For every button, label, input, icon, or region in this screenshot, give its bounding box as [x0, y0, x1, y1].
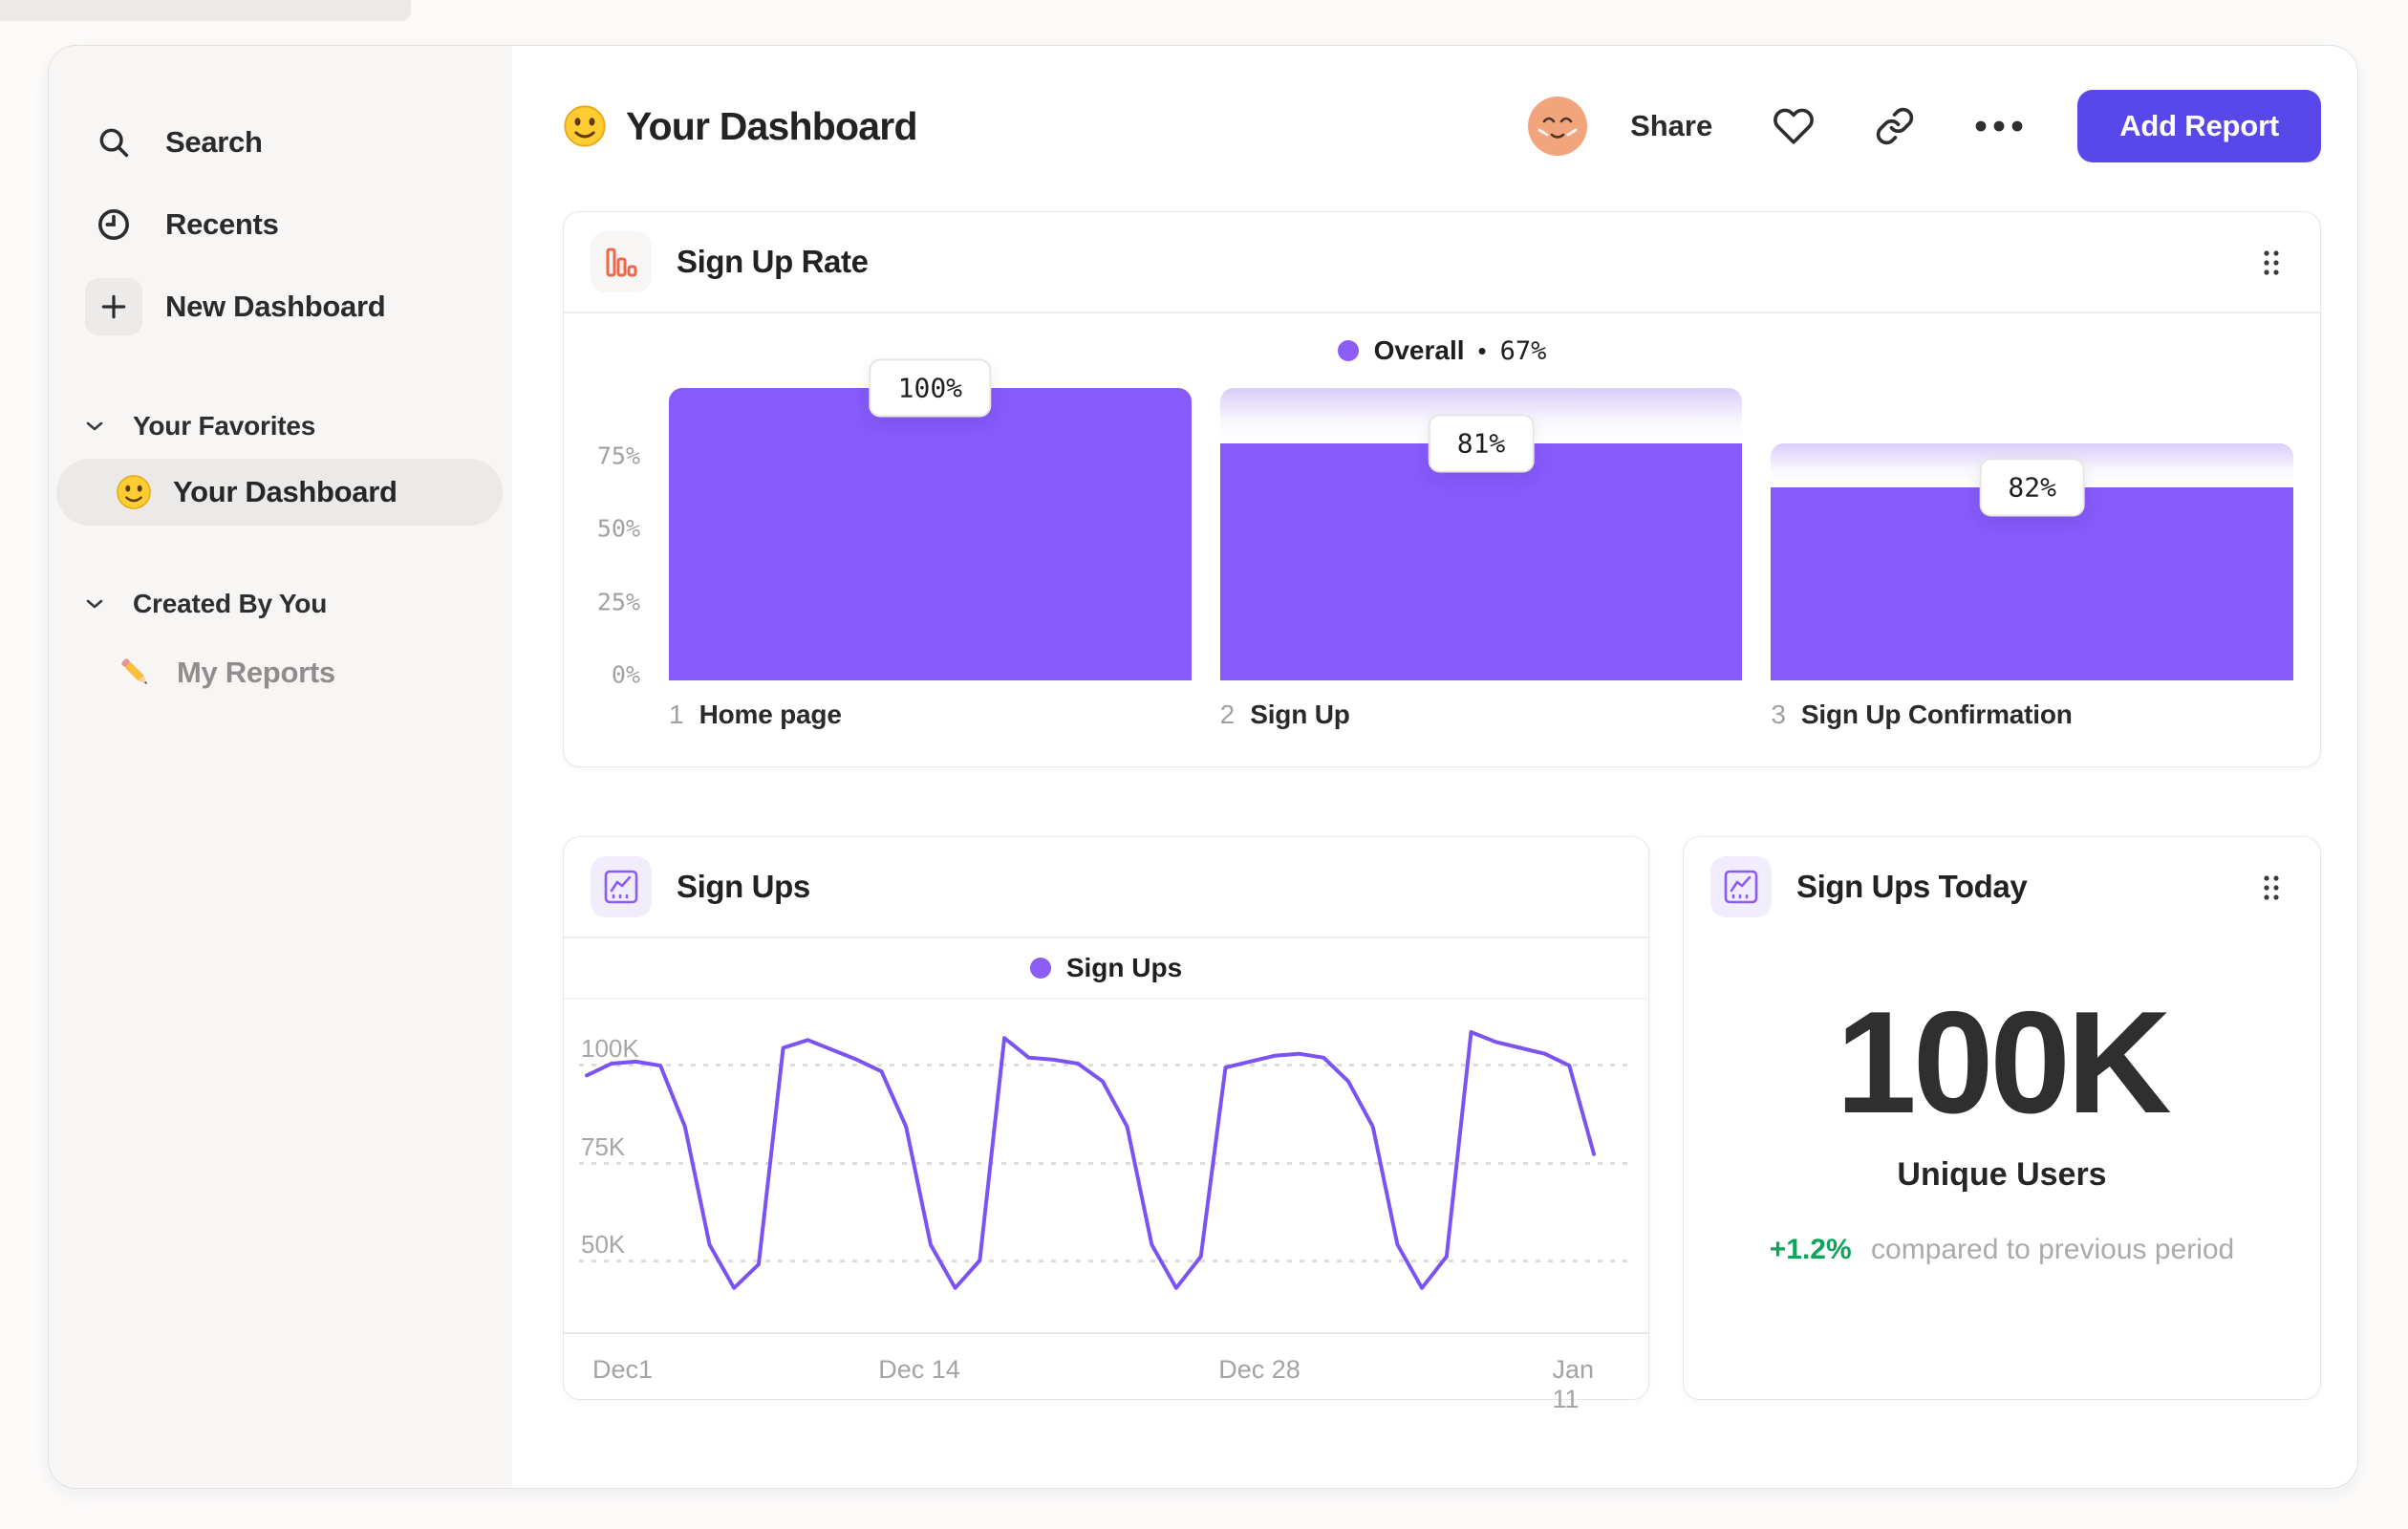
more-options-icon[interactable] — [1974, 119, 2024, 133]
favorite-heart-icon[interactable] — [1772, 105, 1816, 147]
funnel-step-label: 3 Sign Up Confirmation — [1771, 700, 2293, 730]
bar-chart-icon — [591, 231, 652, 292]
step-name: Sign Up — [1250, 700, 1350, 729]
sidebar-item-label: Recents — [165, 207, 279, 241]
stat-body: 100K Unique Users +1.2% compared to prev… — [1684, 990, 2320, 1266]
step-number: 2 — [1219, 700, 1236, 729]
funnel-bar[interactable]: 82% — [1771, 388, 2294, 680]
funnel-step-label: 2 Sign Up — [1220, 700, 1743, 730]
share-button[interactable]: Share — [1630, 109, 1712, 143]
sidebar-section-your-favorites[interactable]: Your Favorites — [49, 401, 512, 451]
sign-ups-card: Sign Ups Sign Ups 100K 75K 50K Dec1 Dec … — [563, 836, 1649, 1413]
header-actions: Share Add Report — [1527, 90, 2321, 162]
legend-value: 67% — [1499, 335, 1547, 366]
main-content: Your Dashboard Share Add Report Sign Up … — [512, 46, 2357, 1488]
stat-label: Unique Users — [1897, 1156, 2107, 1193]
step-name: Home page — [699, 700, 842, 729]
stat-value: 100K — [1836, 981, 2171, 1144]
search-icon — [85, 114, 142, 171]
smiley-emoji — [116, 474, 152, 510]
funnel-bar-fill — [1219, 443, 1743, 680]
page-title: Your Dashboard — [626, 103, 918, 148]
bottom-row: Sign Ups Sign Ups 100K 75K 50K Dec1 Dec … — [563, 836, 2321, 1413]
step-number: 1 — [669, 700, 684, 729]
chevron-down-icon — [85, 597, 104, 611]
add-report-button[interactable]: Add Report — [2077, 90, 2321, 162]
sidebar-item-label: New Dashboard — [165, 290, 386, 323]
sidebar-item-new-dashboard[interactable]: New Dashboard — [49, 266, 512, 348]
sidebar-item-recents[interactable]: Recents — [49, 183, 512, 266]
pencil-emoji — [116, 653, 156, 693]
avatar[interactable] — [1527, 96, 1588, 157]
card-title: Sign Up Rate — [677, 244, 869, 279]
line-series — [584, 1030, 1597, 1290]
funnel-step-home-page: 100% 1 Home page — [669, 358, 1192, 730]
funnel-tooltip: 100% — [869, 358, 992, 418]
background-window-strip — [0, 0, 411, 21]
sidebar-section-created-by-you[interactable]: Created By You — [49, 579, 512, 629]
legend-dot-icon — [1029, 958, 1051, 979]
y-tick: 50% — [596, 514, 640, 543]
funnel-legend: Overall • 67% — [564, 313, 2320, 388]
sidebar-item-label: Search — [165, 125, 263, 159]
sign-up-rate-card: Sign Up Rate Overall • 67% 75% 50% 25% 0… — [563, 211, 2321, 767]
line-x-axis: Dec1 Dec 14 Dec 28 Jan 11 — [564, 1332, 1648, 1413]
app-window: Search Recents New Dashboard Your Favori… — [48, 45, 2358, 1489]
funnel-tooltip: 82% — [1979, 458, 2085, 517]
x-tick: Dec1 — [592, 1355, 654, 1384]
plus-icon — [85, 278, 142, 335]
funnel-step-sign-up: 81% 2 Sign Up — [1219, 388, 1743, 730]
section-title: Created By You — [133, 589, 328, 618]
drag-handle-icon[interactable] — [2261, 248, 2282, 282]
funnel-step-label: 1 Home page — [669, 700, 1192, 730]
y-tick: 75% — [596, 441, 640, 470]
x-tick: Dec 28 — [1218, 1355, 1301, 1384]
x-tick: Dec 14 — [878, 1355, 960, 1384]
funnel-bar[interactable]: 81% — [1219, 388, 1743, 680]
funnel-bar[interactable]: 100% — [669, 358, 1192, 680]
card-title: Sign Ups — [677, 869, 810, 904]
card-header: Sign Up Rate — [564, 212, 2320, 312]
stat-delta: +1.2% — [1769, 1234, 1852, 1265]
line-chart-icon — [1710, 856, 1772, 917]
funnel-chart: 75% 50% 25% 0% 100% 1 Home page 81% 2 Si… — [564, 358, 2320, 730]
line-chart: 100K 75K 50K — [579, 1000, 1633, 1332]
card-header: Sign Ups — [564, 837, 1648, 937]
line-chart-icon — [591, 856, 652, 917]
step-name: Sign Up Confirmation — [1800, 700, 2073, 729]
section-title: Your Favorites — [133, 411, 316, 441]
funnel-step-sign-up-confirmation: 82% 3 Sign Up Confirmation — [1771, 388, 2294, 730]
line-legend: Sign Ups — [564, 938, 1648, 998]
copy-link-icon[interactable] — [1875, 106, 1915, 146]
chevron-down-icon — [85, 420, 104, 433]
card-header: Sign Ups Today — [1684, 837, 2320, 937]
step-number: 3 — [1771, 700, 1786, 729]
stat-delta-note: compared to previous period — [1871, 1234, 2235, 1265]
legend-label: Sign Ups — [1065, 953, 1183, 982]
funnel-y-axis: 75% 50% 25% 0% — [591, 388, 640, 689]
y-tick: 25% — [596, 588, 640, 616]
sidebar-item-label: My Reports — [177, 656, 335, 689]
legend-label: Overall — [1373, 335, 1465, 365]
x-tick: Jan 11 — [1552, 1355, 1595, 1413]
funnel-tooltip: 81% — [1428, 414, 1535, 473]
sign-ups-today-card: Sign Ups Today 100K Unique Users +1.2% c… — [1683, 836, 2321, 1400]
y-tick: 0% — [611, 660, 640, 689]
card-title: Sign Ups Today — [1796, 869, 2028, 904]
funnel-bar-fill — [669, 388, 1192, 680]
clock-icon — [85, 196, 142, 253]
sidebar-item-my-reports[interactable]: My Reports — [56, 642, 503, 703]
stat-delta-row: +1.2% compared to previous period — [1684, 1234, 2320, 1266]
sidebar-item-search[interactable]: Search — [49, 101, 512, 183]
smiley-emoji — [563, 104, 607, 148]
legend-separator: • — [1477, 335, 1487, 365]
page-header: Your Dashboard Share Add Report — [563, 88, 2321, 164]
drag-handle-icon[interactable] — [2261, 873, 2282, 907]
sidebar: Search Recents New Dashboard Your Favori… — [49, 46, 512, 1488]
legend-dot-icon — [1337, 340, 1359, 361]
sidebar-item-label: Your Dashboard — [173, 475, 398, 508]
sidebar-item-your-dashboard-selected[interactable]: Your Dashboard — [56, 459, 503, 526]
